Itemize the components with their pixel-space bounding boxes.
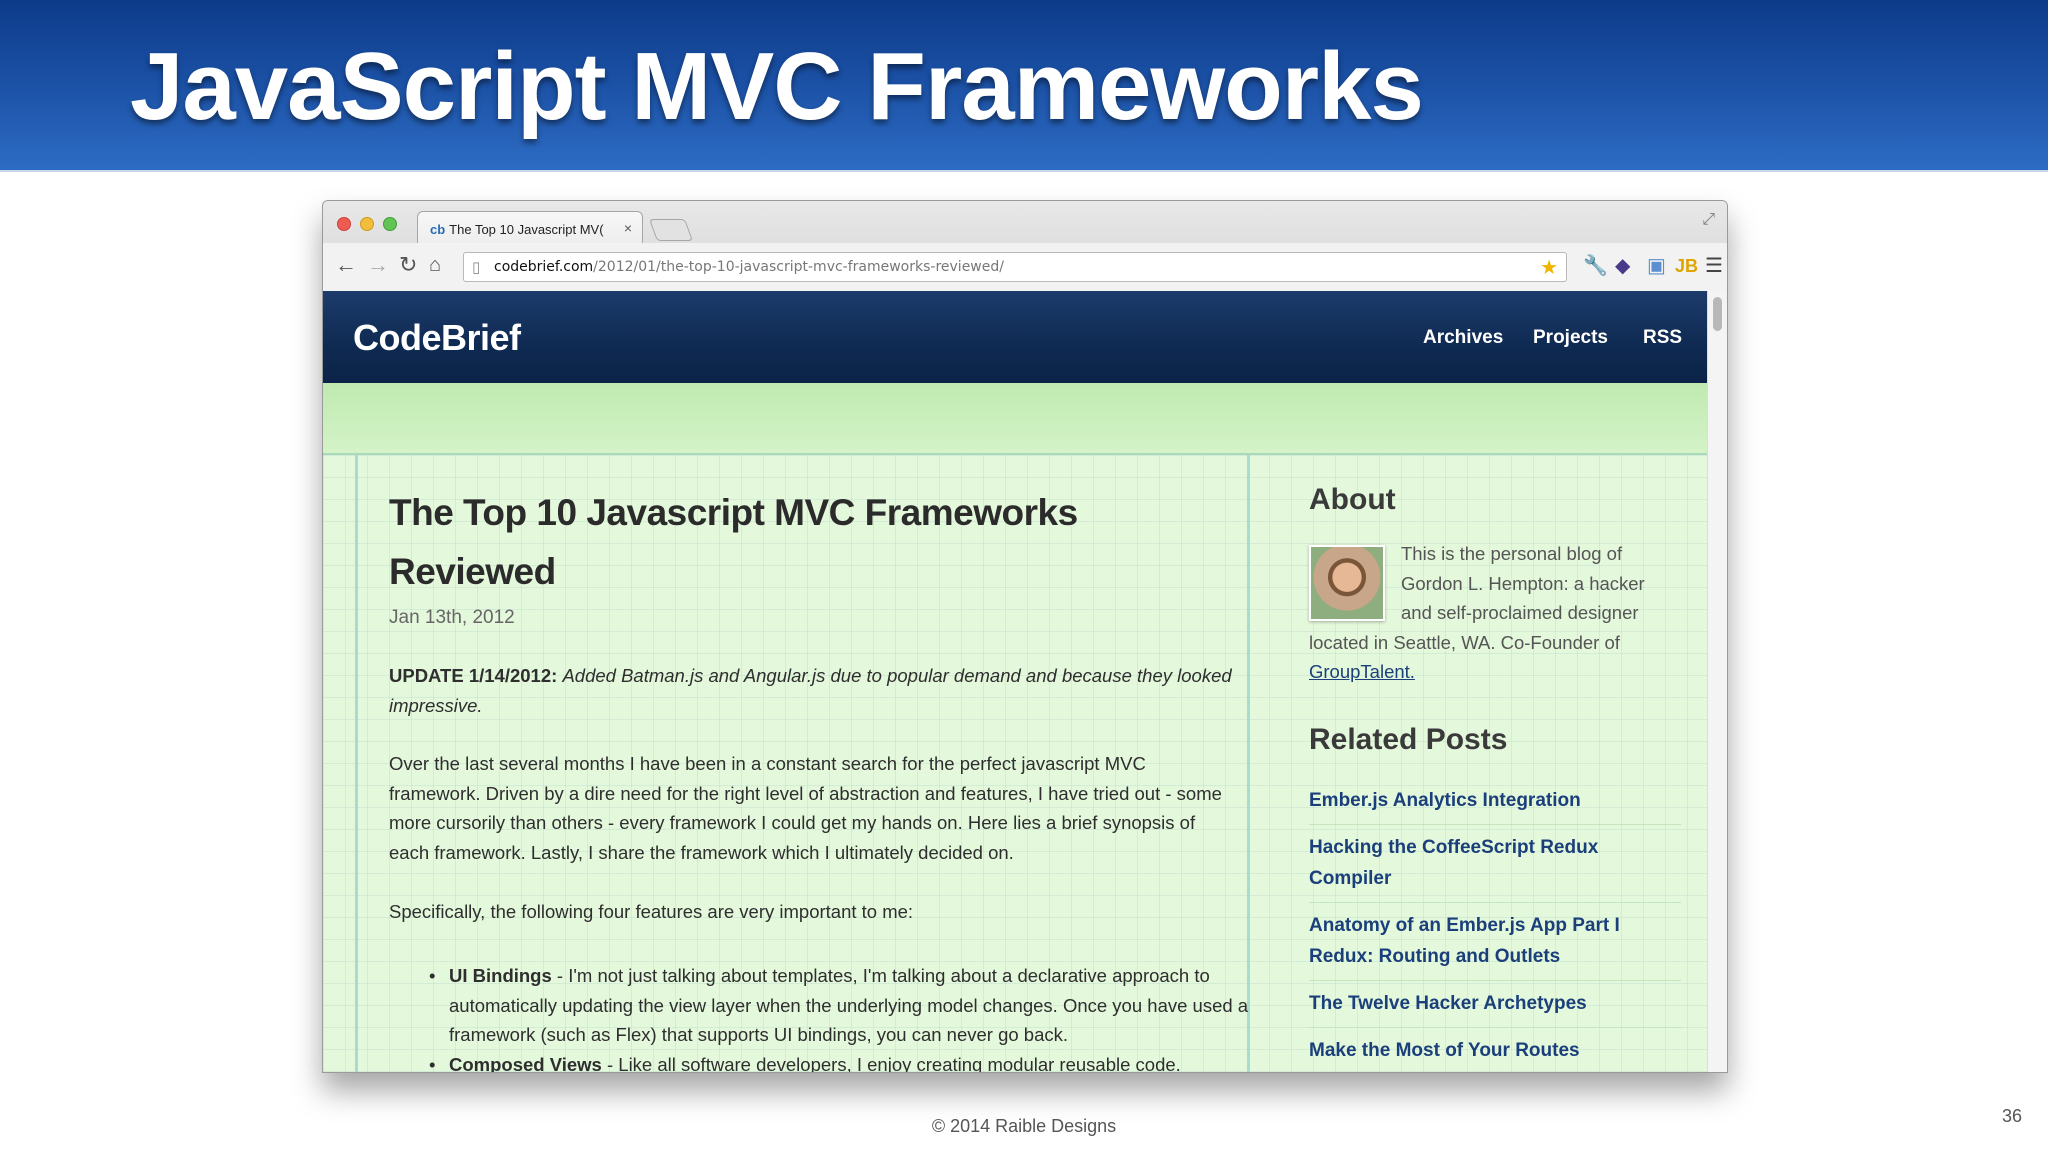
tab-close-icon[interactable]: × bbox=[624, 220, 632, 236]
url-path: /2012/01/the-top-10-javascript-mvc-frame… bbox=[593, 259, 1004, 275]
slide-title: JavaScript MVC Frameworks bbox=[130, 33, 1424, 140]
close-window-icon[interactable] bbox=[337, 217, 351, 231]
bookmark-star-icon[interactable]: ★ bbox=[1540, 255, 1558, 279]
about-line: located in Seattle, WA. Co-Founder of bbox=[1309, 631, 1620, 653]
about-text: This is the personal blog of Gordon L. H… bbox=[1309, 539, 1679, 687]
site-logo[interactable]: CodeBrief bbox=[353, 317, 521, 359]
browser-tab[interactable]: cb The Top 10 Javascript MV( × bbox=[417, 211, 643, 243]
tab-favicon-icon: cb bbox=[430, 222, 446, 237]
page-viewport: CodeBrief Archives Projects RSS The Top … bbox=[323, 291, 1709, 1073]
menu-icon[interactable]: ☰ bbox=[1705, 255, 1723, 277]
reload-icon[interactable]: ↻ bbox=[399, 253, 417, 277]
browser-window: cb The Top 10 Javascript MV( × ⤢ ← → ↻ ⌂ … bbox=[322, 200, 1728, 1073]
bullet-term: UI Bindings bbox=[449, 965, 552, 986]
jb-extension-icon[interactable]: JB bbox=[1675, 255, 1698, 277]
new-tab-button[interactable] bbox=[648, 219, 694, 241]
related-post-link[interactable]: Hacking the CoffeeScript Redux Compiler bbox=[1309, 832, 1681, 903]
home-icon[interactable]: ⌂ bbox=[429, 253, 441, 277]
slide-copyright: © 2014 Raible Designs bbox=[931, 1116, 1117, 1136]
about-heading: About bbox=[1309, 483, 1396, 516]
header-band bbox=[323, 383, 1709, 455]
forward-arrow-icon[interactable]: → bbox=[367, 253, 389, 277]
bullet-text: - Like all software developers, I enjoy … bbox=[601, 1053, 1181, 1073]
related-post-link[interactable]: Anatomy of an Ember.js App Part I Redux:… bbox=[1309, 910, 1681, 981]
site-header: CodeBrief Archives Projects RSS bbox=[323, 291, 1709, 383]
url-host: codebrief.com bbox=[494, 259, 594, 275]
update-label: UPDATE 1/14/2012: bbox=[389, 665, 558, 686]
list-item: • Composed Views - Like all software dev… bbox=[429, 1050, 1249, 1073]
related-heading: Related Posts bbox=[1309, 723, 1508, 756]
content-area: The Top 10 Javascript MVC Frameworks Rev… bbox=[323, 455, 1709, 1073]
page-icon: ▯ bbox=[472, 258, 481, 276]
vertical-scrollbar[interactable] bbox=[1707, 291, 1727, 1072]
extension-icon-2[interactable]: ▣ bbox=[1647, 255, 1666, 277]
update-paragraph: UPDATE 1/14/2012: Added Batman.js and An… bbox=[389, 661, 1239, 720]
back-arrow-icon[interactable]: ← bbox=[335, 253, 357, 277]
nav-archives[interactable]: Archives bbox=[1423, 327, 1503, 349]
browser-chrome: cb The Top 10 Javascript MV( × ⤢ ← → ↻ ⌂ … bbox=[323, 201, 1727, 291]
tab-title: The Top 10 Javascript MV( bbox=[449, 222, 604, 237]
intro-paragraph: Over the last several months I have been… bbox=[389, 753, 1222, 863]
bullet-term: Composed Views bbox=[449, 1053, 602, 1073]
fullscreen-icon[interactable]: ⤢ bbox=[1702, 211, 1715, 229]
bullet-text: - I'm not just talking about templates, … bbox=[449, 965, 1249, 1045]
slide-page-number: 36 bbox=[2001, 1106, 2022, 1126]
post-date: Jan 13th, 2012 bbox=[389, 607, 515, 628]
slide-header: JavaScript MVC Frameworks bbox=[0, 0, 2048, 172]
bullet-icon: • bbox=[429, 1053, 436, 1073]
scrollbar-thumb[interactable] bbox=[1713, 297, 1722, 331]
about-line: Gordon L. Hempton: a hacker bbox=[1401, 572, 1645, 594]
wrench-icon[interactable]: 🔧 bbox=[1583, 255, 1608, 277]
nav-projects[interactable]: Projects bbox=[1533, 327, 1608, 349]
features-intro: Specifically, the following four feature… bbox=[389, 901, 914, 922]
about-line: and self-proclaimed designer bbox=[1401, 602, 1639, 623]
extension-icon-1[interactable]: ◆ bbox=[1615, 255, 1630, 277]
grouptalent-link[interactable]: GroupTalent. bbox=[1309, 661, 1415, 682]
related-post-link[interactable]: Ember.js Analytics Integration bbox=[1309, 785, 1681, 825]
feature-list: • UI Bindings - I'm not just talking abo… bbox=[429, 961, 1249, 1073]
minimize-window-icon[interactable] bbox=[360, 217, 374, 231]
column-divider bbox=[355, 455, 358, 1072]
nav-rss[interactable]: RSS bbox=[1643, 327, 1682, 349]
browser-toolbar: ← → ↻ ⌂ ▯ codebrief.com/2012/01/the-top-… bbox=[323, 243, 1727, 291]
about-line: This is the personal blog of bbox=[1401, 543, 1623, 564]
related-post-link[interactable]: The Twelve Hacker Archetypes bbox=[1309, 988, 1681, 1028]
bullet-icon: • bbox=[429, 965, 436, 986]
zoom-window-icon[interactable] bbox=[383, 217, 397, 231]
related-posts-list: Ember.js Analytics Integration Hacking t… bbox=[1309, 785, 1681, 1072]
list-item: • UI Bindings - I'm not just talking abo… bbox=[429, 961, 1249, 1050]
post-title: The Top 10 Javascript MVC Frameworks Rev… bbox=[389, 492, 1078, 592]
address-bar[interactable]: ▯ codebrief.com/2012/01/the-top-10-javas… bbox=[463, 252, 1567, 282]
related-post-link[interactable]: Make the Most of Your Routes bbox=[1309, 1035, 1681, 1072]
